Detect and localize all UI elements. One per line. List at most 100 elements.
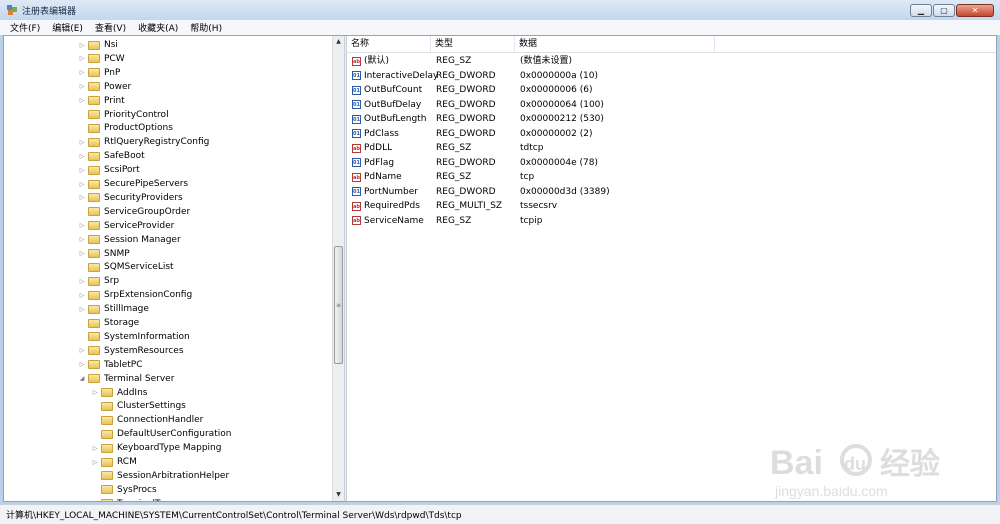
expand-arrow-icon[interactable]: ▷	[91, 459, 99, 466]
tree-item[interactable]: ▷ AddIns	[91, 386, 148, 400]
tree-item[interactable]: ▷ RtlQueryRegistryConfig	[78, 135, 210, 149]
maximize-button[interactable]: ▢	[933, 4, 955, 17]
expand-arrow-icon[interactable]: ▷	[78, 194, 86, 201]
value-row[interactable]: ab PdDLL REG_SZ tdtcp	[347, 141, 996, 155]
expand-arrow-icon[interactable]: ▷	[78, 139, 86, 146]
tree-item[interactable]: DefaultUserConfiguration	[91, 427, 231, 441]
tree-item[interactable]: PriorityControl	[78, 108, 169, 122]
tree-item[interactable]: ▷ SystemResources	[78, 344, 184, 358]
tree-item[interactable]: ▷ RCM	[91, 455, 137, 469]
menu-file[interactable]: 文件(F)	[4, 21, 46, 34]
expand-arrow-icon[interactable]: ▷	[91, 445, 99, 452]
value-row[interactable]: 01 OutBufLength REG_DWORD 0x00000212 (530)	[347, 112, 996, 126]
expand-arrow-icon[interactable]: ▷	[78, 167, 86, 174]
expand-arrow-icon[interactable]: ▷	[78, 278, 86, 285]
tree-item[interactable]: ▷ Session Manager	[78, 233, 181, 247]
tree-item-label: SafeBoot	[104, 151, 145, 162]
expand-arrow-icon[interactable]: ▷	[78, 306, 86, 313]
tree-item-label: Terminal Server	[104, 373, 175, 384]
tree-item[interactable]: ClusterSettings	[91, 399, 186, 413]
tree-item[interactable]: ▷ TerminalTypes	[91, 497, 180, 501]
scroll-up-icon[interactable]: ▲	[333, 36, 344, 48]
value-row[interactable]: ab (默认) REG_SZ (数值未设置)	[347, 54, 996, 68]
tree-item[interactable]: SQMServiceList	[78, 260, 174, 274]
tree-item-label: AddIns	[117, 387, 148, 398]
scrollbar-thumb[interactable]: ≡	[334, 246, 343, 364]
tree-item[interactable]: ▷ PnP	[78, 66, 121, 80]
tree-item[interactable]: SessionArbitrationHelper	[91, 469, 229, 483]
tree-item[interactable]: ▷ Nsi	[78, 38, 118, 52]
expand-arrow-icon[interactable]: ▷	[78, 83, 86, 90]
value-row[interactable]: ab RequiredPds REG_MULTI_SZ tssecsrv	[347, 199, 996, 213]
tree-item[interactable]: SysProcs	[91, 483, 157, 497]
value-row[interactable]: 01 OutBufDelay REG_DWORD 0x00000064 (100)	[347, 98, 996, 112]
expand-arrow-icon[interactable]: ▷	[91, 389, 99, 396]
tree-item[interactable]: ▷ Print	[78, 94, 125, 108]
title-bar[interactable]: 注册表编辑器 ▁ ▢ ✕	[0, 0, 1000, 20]
menu-edit[interactable]: 编辑(E)	[46, 21, 89, 34]
tree-item[interactable]: ▷ SNMP	[78, 247, 130, 261]
value-data: 0x0000000a (10)	[520, 70, 598, 81]
tree-item[interactable]: ◢ Terminal Server	[78, 372, 175, 386]
menu-view[interactable]: 查看(V)	[89, 21, 132, 34]
folder-icon	[88, 304, 100, 314]
tree-item[interactable]: ▷ SrpExtensionConfig	[78, 288, 193, 302]
value-row[interactable]: 01 OutBufCount REG_DWORD 0x00000006 (6)	[347, 83, 996, 97]
tree-item[interactable]: ▷ SecurityProviders	[78, 191, 183, 205]
tree-item[interactable]: ConnectionHandler	[91, 413, 203, 427]
expand-arrow-icon[interactable]: ▷	[78, 236, 86, 243]
expand-arrow-icon[interactable]: ▷	[78, 153, 86, 160]
tree-item[interactable]: ▷ Power	[78, 80, 132, 94]
value-name-cell: 01 PdFlag	[352, 156, 394, 170]
expand-arrow-icon[interactable]: ▷	[78, 292, 86, 299]
expand-arrow-icon[interactable]: ▷	[91, 500, 99, 501]
column-name[interactable]: 名称	[347, 36, 431, 52]
value-row[interactable]: 01 PdClass REG_DWORD 0x00000002 (2)	[347, 127, 996, 141]
expand-arrow-icon[interactable]: ▷	[78, 97, 86, 104]
value-row[interactable]: ab PdName REG_SZ tcp	[347, 170, 996, 184]
value-name-cell: ab PdName	[352, 170, 402, 184]
column-type[interactable]: 类型	[431, 36, 515, 52]
expand-arrow-icon[interactable]: ▷	[78, 181, 86, 188]
folder-icon	[101, 401, 113, 411]
expand-arrow-icon[interactable]: ◢	[78, 375, 86, 382]
menu-help[interactable]: 帮助(H)	[184, 21, 228, 34]
tree-scrollbar[interactable]: ▲ ≡ ▼	[332, 36, 344, 501]
tree-item[interactable]: ▷ KeyboardType Mapping	[91, 441, 222, 455]
value-name: InteractiveDelay	[364, 70, 439, 81]
scroll-down-icon[interactable]: ▼	[333, 489, 344, 501]
tree-item[interactable]: SystemInformation	[78, 330, 190, 344]
value-row[interactable]: 01 PdFlag REG_DWORD 0x0000004e (78)	[347, 156, 996, 170]
value-row[interactable]: ab ServiceName REG_SZ tcpip	[347, 214, 996, 228]
column-data[interactable]: 数据	[515, 36, 715, 52]
tree-item[interactable]: ▷ SafeBoot	[78, 149, 145, 163]
tree-item[interactable]: ▷ ServiceProvider	[78, 219, 175, 233]
value-row[interactable]: 01 InteractiveDelay REG_DWORD 0x0000000a (1…	[347, 69, 996, 83]
tree-item[interactable]: ▷ StillImage	[78, 302, 149, 316]
folder-icon	[101, 485, 113, 495]
string-value-icon: ab	[352, 201, 361, 211]
expand-arrow-icon[interactable]: ▷	[78, 69, 86, 76]
folder-icon	[88, 346, 100, 356]
expand-arrow-icon[interactable]: ▷	[78, 222, 86, 229]
tree-item[interactable]: ▷ SecurePipeServers	[78, 177, 188, 191]
expand-arrow-icon[interactable]: ▷	[78, 361, 86, 368]
expand-arrow-icon[interactable]: ▷	[78, 42, 86, 49]
minimize-button[interactable]: ▁	[910, 4, 932, 17]
tree-item[interactable]: ▷ PCW	[78, 52, 125, 66]
tree-item[interactable]: ProductOptions	[78, 121, 173, 135]
value-row[interactable]: 01 PortNumber REG_DWORD 0x00000d3d (3389)	[347, 185, 996, 199]
expand-arrow-icon[interactable]: ▷	[78, 55, 86, 62]
close-button[interactable]: ✕	[956, 4, 994, 17]
value-type: REG_SZ	[436, 143, 472, 153]
expand-arrow-icon[interactable]: ▷	[78, 347, 86, 354]
tree-item[interactable]: ▷ Srp	[78, 274, 119, 288]
tree-item[interactable]: Storage	[78, 316, 139, 330]
tree-item[interactable]: ▷ TabletPC	[78, 358, 143, 372]
value-name-cell: 01 OutBufLength	[352, 112, 426, 126]
value-data: tdtcp	[520, 143, 544, 153]
menu-favorites[interactable]: 收藏夹(A)	[132, 21, 184, 34]
tree-item[interactable]: ▷ ScsiPort	[78, 163, 140, 177]
tree-item[interactable]: ServiceGroupOrder	[78, 205, 190, 219]
expand-arrow-icon[interactable]: ▷	[78, 250, 86, 257]
